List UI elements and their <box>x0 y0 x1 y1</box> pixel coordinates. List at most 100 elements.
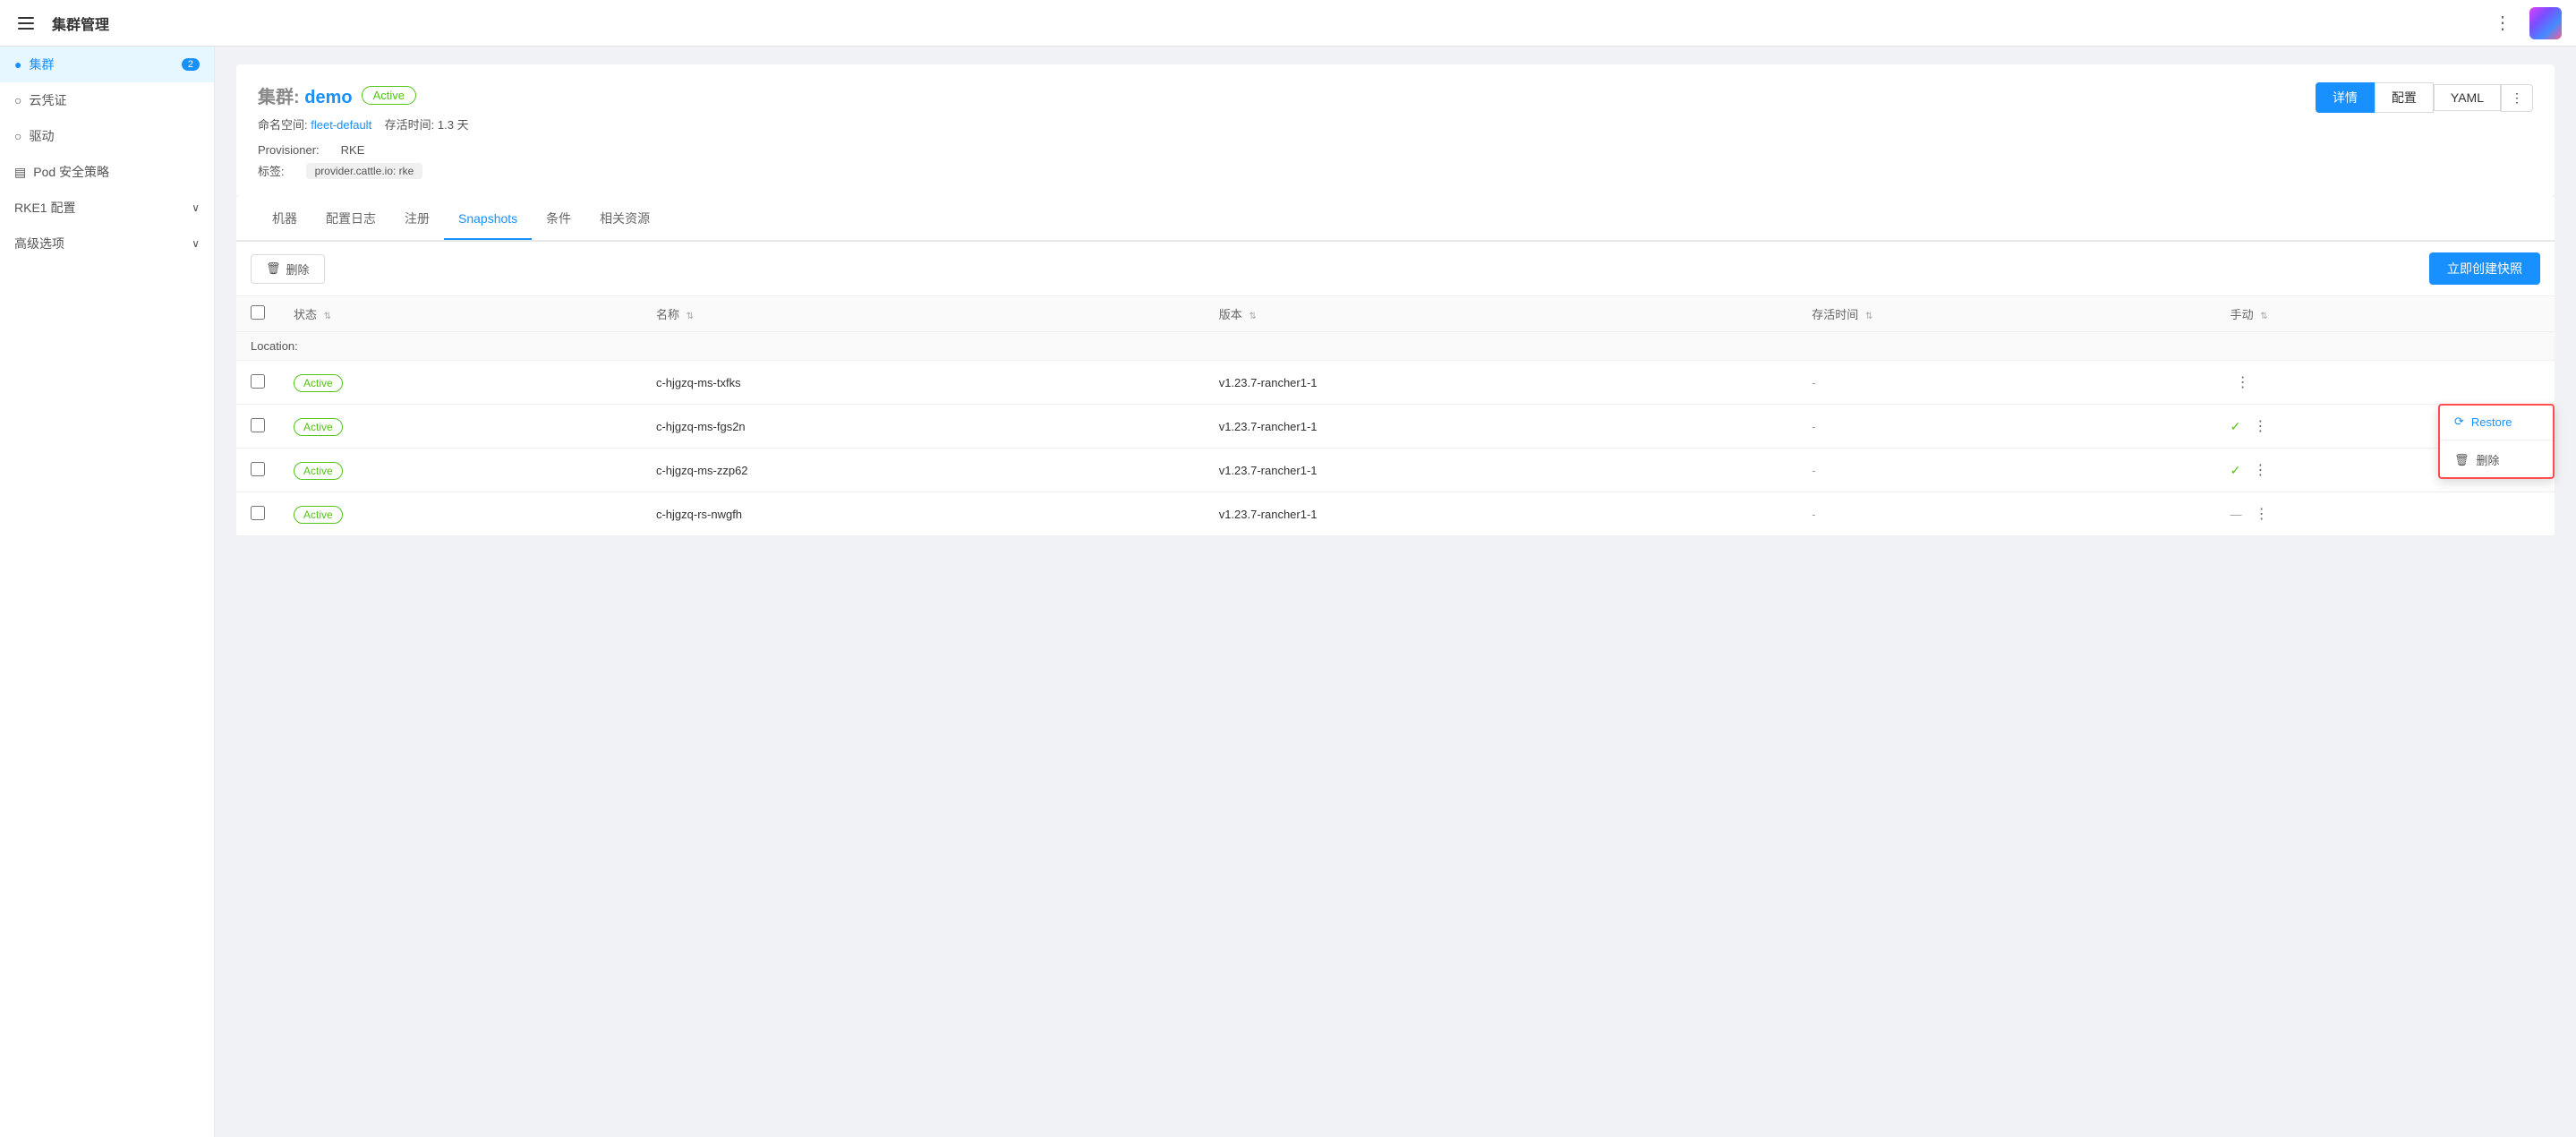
drivers-icon: ○ <box>14 129 21 143</box>
sidebar: ● 集群 2 ○ 云凭证 ○ 驱动 ▤ Pod 安全策略 RKE1 配置 ∨ 高… <box>0 47 215 1137</box>
sidebar-item-drivers[interactable]: ○ 驱动 <box>0 118 214 154</box>
cluster-title-section: 集群: demo Active 命名空间: fleet-default 存活时间… <box>258 82 469 179</box>
user-avatar[interactable] <box>2529 7 2562 39</box>
uptime-label: 存活时间: <box>385 118 435 132</box>
clusters-badge: 2 <box>182 58 200 71</box>
row3-more-button[interactable]: ⋮ <box>2248 459 2273 481</box>
sidebar-item-cloud-credentials[interactable]: ○ 云凭证 <box>0 82 214 118</box>
cluster-meta: 命名空间: fleet-default 存活时间: 1.3 天 <box>258 115 469 133</box>
location-row: Location: <box>236 332 2555 361</box>
app-title: 集群管理 <box>52 13 109 34</box>
row4-more-button[interactable]: ⋮ <box>2249 503 2274 525</box>
row2-name: c-hjgzq-ms-fgs2n <box>642 405 1205 449</box>
status-sort-icon[interactable]: ⇅ <box>324 312 331 321</box>
table-row: Active c-hjgzq-ms-fgs2n v1.23.7-rancher1… <box>236 405 2555 449</box>
cluster-header: 集群: demo Active 命名空间: fleet-default 存活时间… <box>236 64 2555 197</box>
table-section: 🗑 删除 立即创建快照 状态 <box>236 242 2555 536</box>
provisioner-value: RKE <box>341 143 365 157</box>
more-button[interactable]: ⋮ <box>2501 84 2533 112</box>
pod-security-icon: ▤ <box>14 165 26 180</box>
cluster-title-row: 集群: demo Active <box>258 82 469 108</box>
top-bar-right: ⋮ <box>2490 7 2562 39</box>
sidebar-item-rke1-label: RKE1 配置 <box>14 199 75 217</box>
manual-sort-icon[interactable]: ⇅ <box>2260 312 2267 321</box>
cluster-name: demo <box>304 88 352 107</box>
content-inner: 集群: demo Active 命名空间: fleet-default 存活时间… <box>215 47 2576 554</box>
row1-status: Active <box>294 374 343 392</box>
top-bar: 集群管理 ⋮ <box>0 0 2576 47</box>
restore-label: Restore <box>2471 415 2512 429</box>
table-toolbar: 🗑 删除 立即创建快照 <box>236 242 2555 296</box>
tab-register[interactable]: 注册 <box>390 197 444 242</box>
sidebar-item-clusters[interactable]: ● 集群 2 <box>0 47 214 82</box>
restore-menu-item[interactable]: ⟳ Restore <box>2440 406 2553 438</box>
sidebar-item-clusters-label: 集群 <box>29 56 54 73</box>
sidebar-item-rke1[interactable]: RKE1 配置 ∨ <box>0 190 214 226</box>
tab-config-log[interactable]: 配置日志 <box>311 197 390 242</box>
table-row: Active c-hjgzq-rs-nwgfh v1.23.7-rancher1… <box>236 492 2555 536</box>
sidebar-item-pod-label: Pod 安全策略 <box>33 163 109 181</box>
tab-snapshots[interactable]: Snapshots <box>444 199 532 240</box>
cluster-tag: provider.cattle.io: rke <box>306 163 423 179</box>
row4-action-cell: — ⋮ <box>2216 492 2555 536</box>
row4-version: v1.23.7-rancher1-1 <box>1205 492 1798 536</box>
row4-actions: — ⋮ <box>2231 503 2540 525</box>
tag-label: 标签: <box>258 162 285 179</box>
tab-related[interactable]: 相关资源 <box>585 197 664 242</box>
delete-icon: 🗑 <box>2454 453 2469 467</box>
sidebar-item-advanced[interactable]: 高级选项 ∨ <box>0 226 214 261</box>
row4-checkbox[interactable] <box>251 506 265 520</box>
row1-action-cell: ⋮ ⟳ Restore <box>2216 361 2555 405</box>
snapshots-table: 状态 ⇅ 名称 ⇅ 版本 ⇅ <box>236 296 2555 536</box>
row2-checkbox[interactable] <box>251 418 265 432</box>
cloud-credentials-icon: ○ <box>14 93 21 107</box>
bulk-delete-button[interactable]: 🗑 删除 <box>251 254 325 284</box>
select-all-checkbox[interactable] <box>251 305 265 320</box>
restore-icon: ⟳ <box>2454 415 2464 429</box>
row2-uptime: - <box>1812 420 1815 433</box>
row3-version: v1.23.7-rancher1-1 <box>1205 449 1798 492</box>
delete-menu-item[interactable]: 🗑 删除 <box>2440 442 2553 477</box>
version-sort-icon[interactable]: ⇅ <box>1249 312 1256 321</box>
main-content: 集群: demo Active 命名空间: fleet-default 存活时间… <box>215 47 2576 1137</box>
name-sort-icon[interactable]: ⇅ <box>687 312 694 321</box>
yaml-button[interactable]: YAML <box>2434 84 2501 111</box>
th-status: 状态 ⇅ <box>279 296 642 332</box>
th-uptime: 存活时间 ⇅ <box>1797 296 2215 332</box>
details-button[interactable]: 详情 <box>2316 82 2375 113</box>
delete-label: 删除 <box>2477 451 2500 468</box>
hamburger-menu[interactable] <box>14 13 38 33</box>
uptime-value: 1.3 天 <box>438 118 469 132</box>
table-row: Active c-hjgzq-ms-zzp62 v1.23.7-rancher1… <box>236 449 2555 492</box>
tab-machines[interactable]: 机器 <box>258 197 311 242</box>
create-snapshot-button[interactable]: 立即创建快照 <box>2429 252 2540 285</box>
provisioner-label: Provisioner: <box>258 143 320 157</box>
tab-conditions[interactable]: 条件 <box>532 197 585 242</box>
delete-btn-label: 删除 <box>286 261 310 278</box>
row2-manual-check: ✓ <box>2231 419 2241 434</box>
row1-checkbox[interactable] <box>251 374 265 389</box>
row2-more-button[interactable]: ⋮ <box>2248 415 2273 437</box>
namespace-link[interactable]: fleet-default <box>311 118 371 132</box>
row3-checkbox[interactable] <box>251 462 265 476</box>
config-button[interactable]: 配置 <box>2375 82 2434 113</box>
main-layout: ● 集群 2 ○ 云凭证 ○ 驱动 ▤ Pod 安全策略 RKE1 配置 ∨ 高… <box>0 47 2576 1137</box>
row2-version: v1.23.7-rancher1-1 <box>1205 405 1798 449</box>
row4-name: c-hjgzq-rs-nwgfh <box>642 492 1205 536</box>
row1-version: v1.23.7-rancher1-1 <box>1205 361 1798 405</box>
row2-status: Active <box>294 418 343 436</box>
header-actions: 详情 配置 YAML ⋮ <box>2316 82 2533 113</box>
sidebar-item-advanced-label: 高级选项 <box>14 235 64 252</box>
uptime-sort-icon[interactable]: ⇅ <box>1865 312 1872 321</box>
advanced-chevron-icon: ∨ <box>192 237 200 250</box>
top-more-button[interactable]: ⋮ <box>2490 8 2515 38</box>
table-row: Active c-hjgzq-ms-txfks v1.23.7-rancher1… <box>236 361 2555 405</box>
cluster-title-label: 集群: <box>258 88 300 107</box>
namespace-label: 命名空间: <box>258 118 308 132</box>
row4-status: Active <box>294 506 343 524</box>
sidebar-item-pod-security[interactable]: ▤ Pod 安全策略 <box>0 154 214 190</box>
row1-more-button[interactable]: ⋮ <box>2231 372 2256 393</box>
tabs-bar: 机器 配置日志 注册 Snapshots 条件 相关资源 <box>236 197 2555 242</box>
th-name: 名称 ⇅ <box>642 296 1205 332</box>
sidebar-item-cloud-label: 云凭证 <box>29 91 66 109</box>
